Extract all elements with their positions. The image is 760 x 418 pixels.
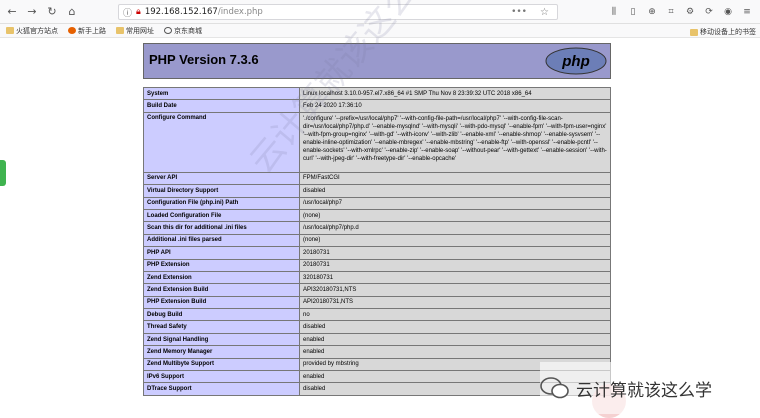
mobile-bookmarks[interactable]: 移动设备上的书签 xyxy=(690,27,756,37)
row-key: PHP Extension xyxy=(143,258,300,272)
home-icon[interactable]: ⌂ xyxy=(64,4,80,20)
row-value: /usr/local/php7 xyxy=(299,196,611,210)
row-value: FPM/FastCGI xyxy=(299,171,611,186)
row-value: './configure' '--prefix=/usr/local/php7'… xyxy=(299,111,611,173)
table-row: PHP Extension Build API20180731,NTS xyxy=(143,295,611,310)
menu-icon[interactable]: ≡ xyxy=(740,4,754,20)
row-key: DTrace Support xyxy=(143,382,300,396)
side-panel-tab[interactable] xyxy=(0,160,6,186)
toolbar-right: ⫼ ▯ ⊕ ⌗ ⚙ ⟳ ◉ ≡ xyxy=(607,4,754,20)
insecure-lock-icon[interactable]: 🔒︎ xyxy=(136,7,141,17)
table-row: Zend Memory Manager enabled xyxy=(143,345,611,359)
folder-icon xyxy=(690,28,698,36)
site-info-icon[interactable]: ⓘ xyxy=(123,6,132,19)
table-row: Server API FPM/FastCGI xyxy=(143,171,611,186)
php-info-table: System Linux localhost 3.10.0-957.el7.x86… xyxy=(143,86,611,396)
row-key: Zend Multibyte Support xyxy=(143,357,300,372)
row-key: Zend Extension xyxy=(143,270,300,285)
reload-icon[interactable]: ↻ xyxy=(44,4,60,20)
address-bar[interactable]: ⓘ 🔒︎ 192.168.152.167 /index.php ••• ☆ xyxy=(118,4,558,20)
sync-icon[interactable]: ⟳ xyxy=(702,4,716,20)
php-logo-icon: php xyxy=(545,47,607,75)
row-value: (none) xyxy=(299,233,611,248)
url-path: /index.php xyxy=(217,7,263,17)
row-value: /usr/local/php7/php.d xyxy=(299,221,611,235)
settings-icon[interactable]: ⚙ xyxy=(683,4,697,20)
library-icon[interactable]: ⫼ xyxy=(607,4,621,20)
row-value: Feb 24 2020 17:36:10 xyxy=(299,99,611,113)
php-version-title: PHP Version 7.3.6 xyxy=(149,52,259,67)
row-key: Zend Memory Manager xyxy=(143,345,300,359)
row-key: Virtual Directory Support xyxy=(143,184,300,198)
row-value: enabled xyxy=(299,345,611,359)
row-value: 320180731 xyxy=(299,270,611,285)
row-key: Scan this dir for additional .ini files xyxy=(143,221,300,235)
row-value: 20180731 xyxy=(299,258,611,272)
row-value: (none) xyxy=(299,208,611,223)
table-row: Loaded Configuration File (none) xyxy=(143,208,611,223)
forward-arrow-icon[interactable]: → xyxy=(24,4,40,20)
table-row: Zend Signal Handling enabled xyxy=(143,332,611,347)
back-arrow-icon[interactable]: ← xyxy=(4,4,20,20)
row-key: PHP API xyxy=(143,246,300,260)
table-row: System Linux localhost 3.10.0-957.el7.x86… xyxy=(143,86,611,101)
row-key: Debug Build xyxy=(143,308,300,322)
profile-icon[interactable]: ◉ xyxy=(721,4,735,20)
table-row: Thread Safety disabled xyxy=(143,320,611,334)
row-value: API320180731,NTS xyxy=(299,283,611,297)
row-value: disabled xyxy=(299,184,611,198)
bookmark-item[interactable]: 火狐官方站点 xyxy=(6,26,58,36)
table-row: Virtual Directory Support disabled xyxy=(143,184,611,198)
row-value: API20180731,NTS xyxy=(299,295,611,310)
table-row: Additional .ini files parsed (none) xyxy=(143,233,611,248)
bookmark-item[interactable]: 新手上路 xyxy=(68,26,106,36)
row-value: 20180731 xyxy=(299,246,611,260)
table-row: Configuration File (php.ini) Path/usr/lo… xyxy=(143,196,611,210)
table-row: Debug Build no xyxy=(143,308,611,322)
table-row: Configure Command './configure' '--prefix… xyxy=(143,111,611,173)
row-key: IPv6 Support xyxy=(143,370,300,384)
folder-icon xyxy=(6,27,14,34)
screenshot-icon[interactable]: ⌗ xyxy=(664,4,678,20)
row-key: Additional .ini files parsed xyxy=(143,233,300,248)
table-row: PHP API 20180731 xyxy=(143,246,611,260)
firefox-icon xyxy=(68,27,76,34)
row-value: enabled xyxy=(299,332,611,347)
extension-icon[interactable]: ⊕ xyxy=(645,4,659,20)
page-actions-icon[interactable]: ••• xyxy=(511,7,527,17)
table-row: Scan this dir for additional .ini files /… xyxy=(143,221,611,235)
row-key: Thread Safety xyxy=(143,320,300,334)
row-key: Zend Signal Handling xyxy=(143,332,300,347)
bookmark-star-icon[interactable]: ☆ xyxy=(540,7,549,18)
watermark-brand: 云计算就该这么学 xyxy=(540,362,752,414)
folder-icon xyxy=(116,27,124,34)
row-value: no xyxy=(299,308,611,322)
table-row: Zend Extension Build API320180731,NTS xyxy=(143,283,611,297)
row-key: Zend Extension Build xyxy=(143,283,300,297)
row-key: Configuration File (php.ini) Path xyxy=(143,196,300,210)
row-key: Loaded Configuration File xyxy=(143,208,300,223)
bookmark-item[interactable]: 常用网址 xyxy=(116,26,154,36)
row-key: System xyxy=(143,86,300,101)
sidebar-icon[interactable]: ▯ xyxy=(626,4,640,20)
table-row: Zend Extension 320180731 xyxy=(143,270,611,285)
table-row: Build Date Feb 24 2020 17:36:10 xyxy=(143,99,611,113)
bookmark-item[interactable]: 京东商城 xyxy=(164,26,202,36)
globe-icon xyxy=(164,27,172,34)
url-host: 192.168.152.167 xyxy=(144,7,218,17)
wechat-icon xyxy=(540,377,569,399)
row-key: PHP Extension Build xyxy=(143,295,300,310)
table-row: PHP Extension 20180731 xyxy=(143,258,611,272)
php-logo-text: php xyxy=(561,53,590,70)
row-value: disabled xyxy=(299,320,611,334)
watermark-brand-text: 云计算就该这么学 xyxy=(576,380,712,401)
